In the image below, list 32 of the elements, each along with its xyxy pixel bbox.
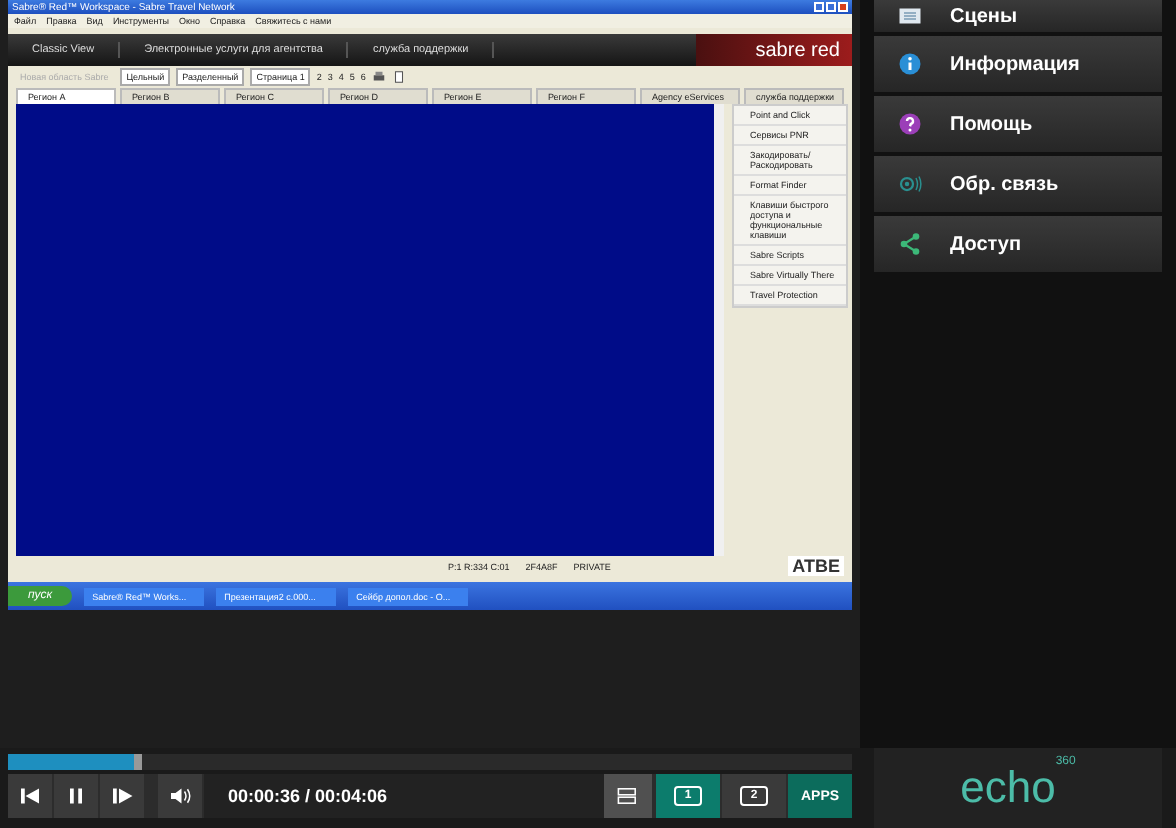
echo-logo: echo$^{360}$ <box>874 748 1162 828</box>
step-back-icon <box>18 784 42 808</box>
close-button[interactable] <box>838 2 848 12</box>
step-forward-icon <box>110 784 134 808</box>
sidebar-item[interactable]: Доступ <box>874 216 1162 272</box>
progress-track[interactable] <box>8 754 852 770</box>
layout-button[interactable] <box>604 774 652 818</box>
minimize-button[interactable] <box>814 2 824 12</box>
step-back-button[interactable] <box>8 774 52 818</box>
company-logo: ATBE <box>788 556 844 576</box>
time-display: 00:00:36 / 00:04:06 <box>204 774 604 818</box>
brand-logo: sabre red <box>695 34 852 66</box>
sidebar-item[interactable]: Обр. связь <box>874 156 1162 212</box>
sidebar-item[interactable]: Сцены <box>874 0 1162 32</box>
sidebar-item[interactable]: Помощь <box>874 96 1162 152</box>
progress-handle[interactable] <box>134 754 143 770</box>
printer-icon[interactable] <box>371 69 386 83</box>
pause-icon <box>64 784 88 808</box>
layout-icon <box>616 784 640 808</box>
step-forward-button[interactable] <box>100 774 144 818</box>
maximize-button[interactable] <box>826 2 836 12</box>
sound-waves-icon <box>898 172 922 196</box>
document-icon[interactable] <box>391 69 406 83</box>
share-icon <box>898 232 922 256</box>
volume-button[interactable] <box>158 774 202 818</box>
info-icon <box>898 52 922 76</box>
scrollbar[interactable] <box>714 104 724 556</box>
volume-icon <box>168 784 192 808</box>
pause-button[interactable] <box>54 774 98 818</box>
list-icon <box>898 4 922 28</box>
help-icon <box>898 112 922 136</box>
sidebar-item[interactable]: Информация <box>874 36 1162 92</box>
